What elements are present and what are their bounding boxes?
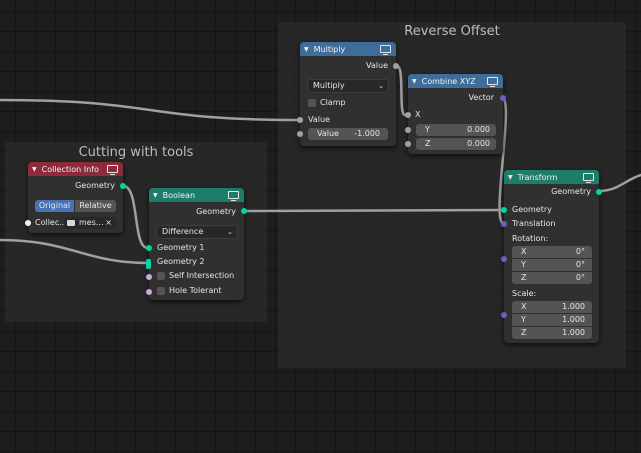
collection-input-socket[interactable] [25, 220, 31, 226]
multiply-value-field[interactable]: Value -1.000 [308, 128, 388, 140]
combine-y-field[interactable]: Y 0.000 [416, 124, 496, 136]
frame-reverse-offset-label: Reverse Offset [404, 24, 500, 39]
collection-input-label: Collec... [35, 218, 67, 227]
boolean-header[interactable]: ▼ Boolean [149, 188, 244, 202]
self-intersection-checkbox[interactable] [157, 272, 165, 280]
self-intersection-socket[interactable] [146, 274, 152, 280]
multiply-input-label: Value [308, 115, 330, 124]
multiply-input-socket-2[interactable] [297, 131, 303, 137]
boolean-title: Boolean [162, 190, 196, 200]
multiply-node[interactable]: ▼ Multiply Value Multiply ⌄ Clamp Value … [297, 42, 399, 146]
collection-info-header[interactable]: ▼ Collection Info [28, 162, 123, 176]
combine-z-field[interactable]: Z 0.000 [416, 138, 496, 150]
collapse-triangle-icon[interactable]: ▼ [153, 192, 158, 199]
multiply-node-header[interactable]: ▼ Multiply [300, 42, 396, 56]
collapse-triangle-icon[interactable]: ▼ [304, 46, 309, 53]
boolean-node[interactable]: ▼ Boolean Geometry Difference ⌄ Geometry… [146, 188, 247, 300]
rotation-y-field[interactable]: Y 0° [512, 259, 592, 271]
link-offscreen-to-multiply [0, 98, 302, 122]
multiply-operation-dropdown[interactable]: Multiply ⌄ [307, 79, 389, 93]
preview-monitor-icon[interactable] [487, 77, 498, 87]
rotation-x-field[interactable]: X 0° [512, 246, 592, 258]
hole-tolerant-label: Hole Tolerant [169, 286, 222, 295]
collection-info-title: Collection Info [41, 164, 99, 174]
combine-xyz-title: Combine XYZ [421, 76, 476, 86]
preview-monitor-icon[interactable] [380, 45, 391, 55]
combine-vector-label: Vector [468, 93, 495, 102]
rotation-socket[interactable] [501, 256, 507, 262]
transform-header[interactable]: ▼ Transform [504, 170, 599, 184]
multiply-title: Multiply [313, 44, 346, 54]
preview-monitor-icon[interactable] [107, 165, 118, 175]
relative-toggle[interactable]: Relative [75, 200, 116, 212]
scale-label: Scale: [512, 289, 537, 298]
combine-vector-output-socket[interactable] [500, 95, 506, 101]
chevron-down-icon: ⌄ [227, 228, 233, 236]
preview-monitor-icon[interactable] [228, 191, 239, 201]
collapse-triangle-icon[interactable]: ▼ [508, 174, 513, 181]
rotation-label: Rotation: [512, 234, 549, 243]
collection-geometry-output-socket[interactable] [120, 183, 126, 189]
translation-socket[interactable] [501, 221, 507, 227]
combine-y-socket[interactable] [405, 127, 411, 133]
collection-selector[interactable]: mes... × [64, 217, 116, 229]
geometry1-socket[interactable] [146, 245, 152, 251]
close-icon[interactable]: × [105, 217, 112, 229]
clamp-checkbox[interactable] [308, 99, 316, 107]
transform-geometry-input-socket[interactable] [501, 207, 507, 213]
multiply-input-socket-1[interactable] [297, 117, 303, 123]
combine-x-label: X [415, 110, 421, 119]
multiply-output-label: Value [366, 61, 388, 70]
geometry2-socket[interactable] [146, 259, 151, 269]
transform-geometry-input-label: Geometry [512, 205, 552, 214]
scale-socket[interactable] [501, 312, 507, 318]
combine-xyz-header[interactable]: ▼ Combine XYZ [408, 74, 503, 88]
collection-box-icon [67, 220, 75, 226]
hole-tolerant-socket[interactable] [146, 289, 152, 295]
geometry1-label: Geometry 1 [157, 243, 205, 252]
clamp-label: Clamp [320, 98, 346, 107]
collection-geometry-label: Geometry [75, 181, 115, 190]
preview-monitor-icon[interactable] [583, 173, 594, 183]
transform-title: Transform [517, 172, 558, 182]
collapse-triangle-icon[interactable]: ▼ [412, 78, 417, 85]
multiply-output-socket[interactable] [393, 63, 399, 69]
boolean-operation-dropdown[interactable]: Difference ⌄ [156, 225, 238, 239]
geometry2-label: Geometry 2 [157, 257, 205, 266]
combine-z-socket[interactable] [405, 141, 411, 147]
hole-tolerant-checkbox[interactable] [157, 287, 165, 295]
combine-x-socket[interactable] [405, 112, 411, 118]
original-toggle[interactable]: Original [35, 200, 74, 212]
transform-geometry-output-label: Geometry [551, 187, 591, 196]
boolean-geometry-output-socket[interactable] [241, 208, 247, 214]
scale-z-field[interactable]: Z 1.000 [512, 327, 592, 339]
scale-x-field[interactable]: X 1.000 [512, 301, 592, 313]
transform-node[interactable]: ▼ Transform Geometry Geometry Translatio… [501, 170, 602, 343]
collapse-triangle-icon[interactable]: ▼ [32, 166, 37, 173]
combine-xyz-node[interactable]: ▼ Combine XYZ Vector X Y 0.000 Z 0.000 [405, 74, 506, 154]
frame-cutting-label: Cutting with tools [78, 145, 194, 160]
boolean-geometry-label: Geometry [196, 207, 236, 216]
rotation-z-field[interactable]: Z 0° [512, 272, 592, 284]
transform-geometry-output-socket[interactable] [596, 189, 602, 195]
translation-label: Translation [512, 219, 556, 228]
collection-info-node[interactable]: ▼ Collection Info Geometry Original Rela… [25, 162, 126, 233]
scale-y-field[interactable]: Y 1.000 [512, 314, 592, 326]
self-intersection-label: Self Intersection [169, 271, 235, 280]
chevron-down-icon: ⌄ [378, 82, 384, 90]
